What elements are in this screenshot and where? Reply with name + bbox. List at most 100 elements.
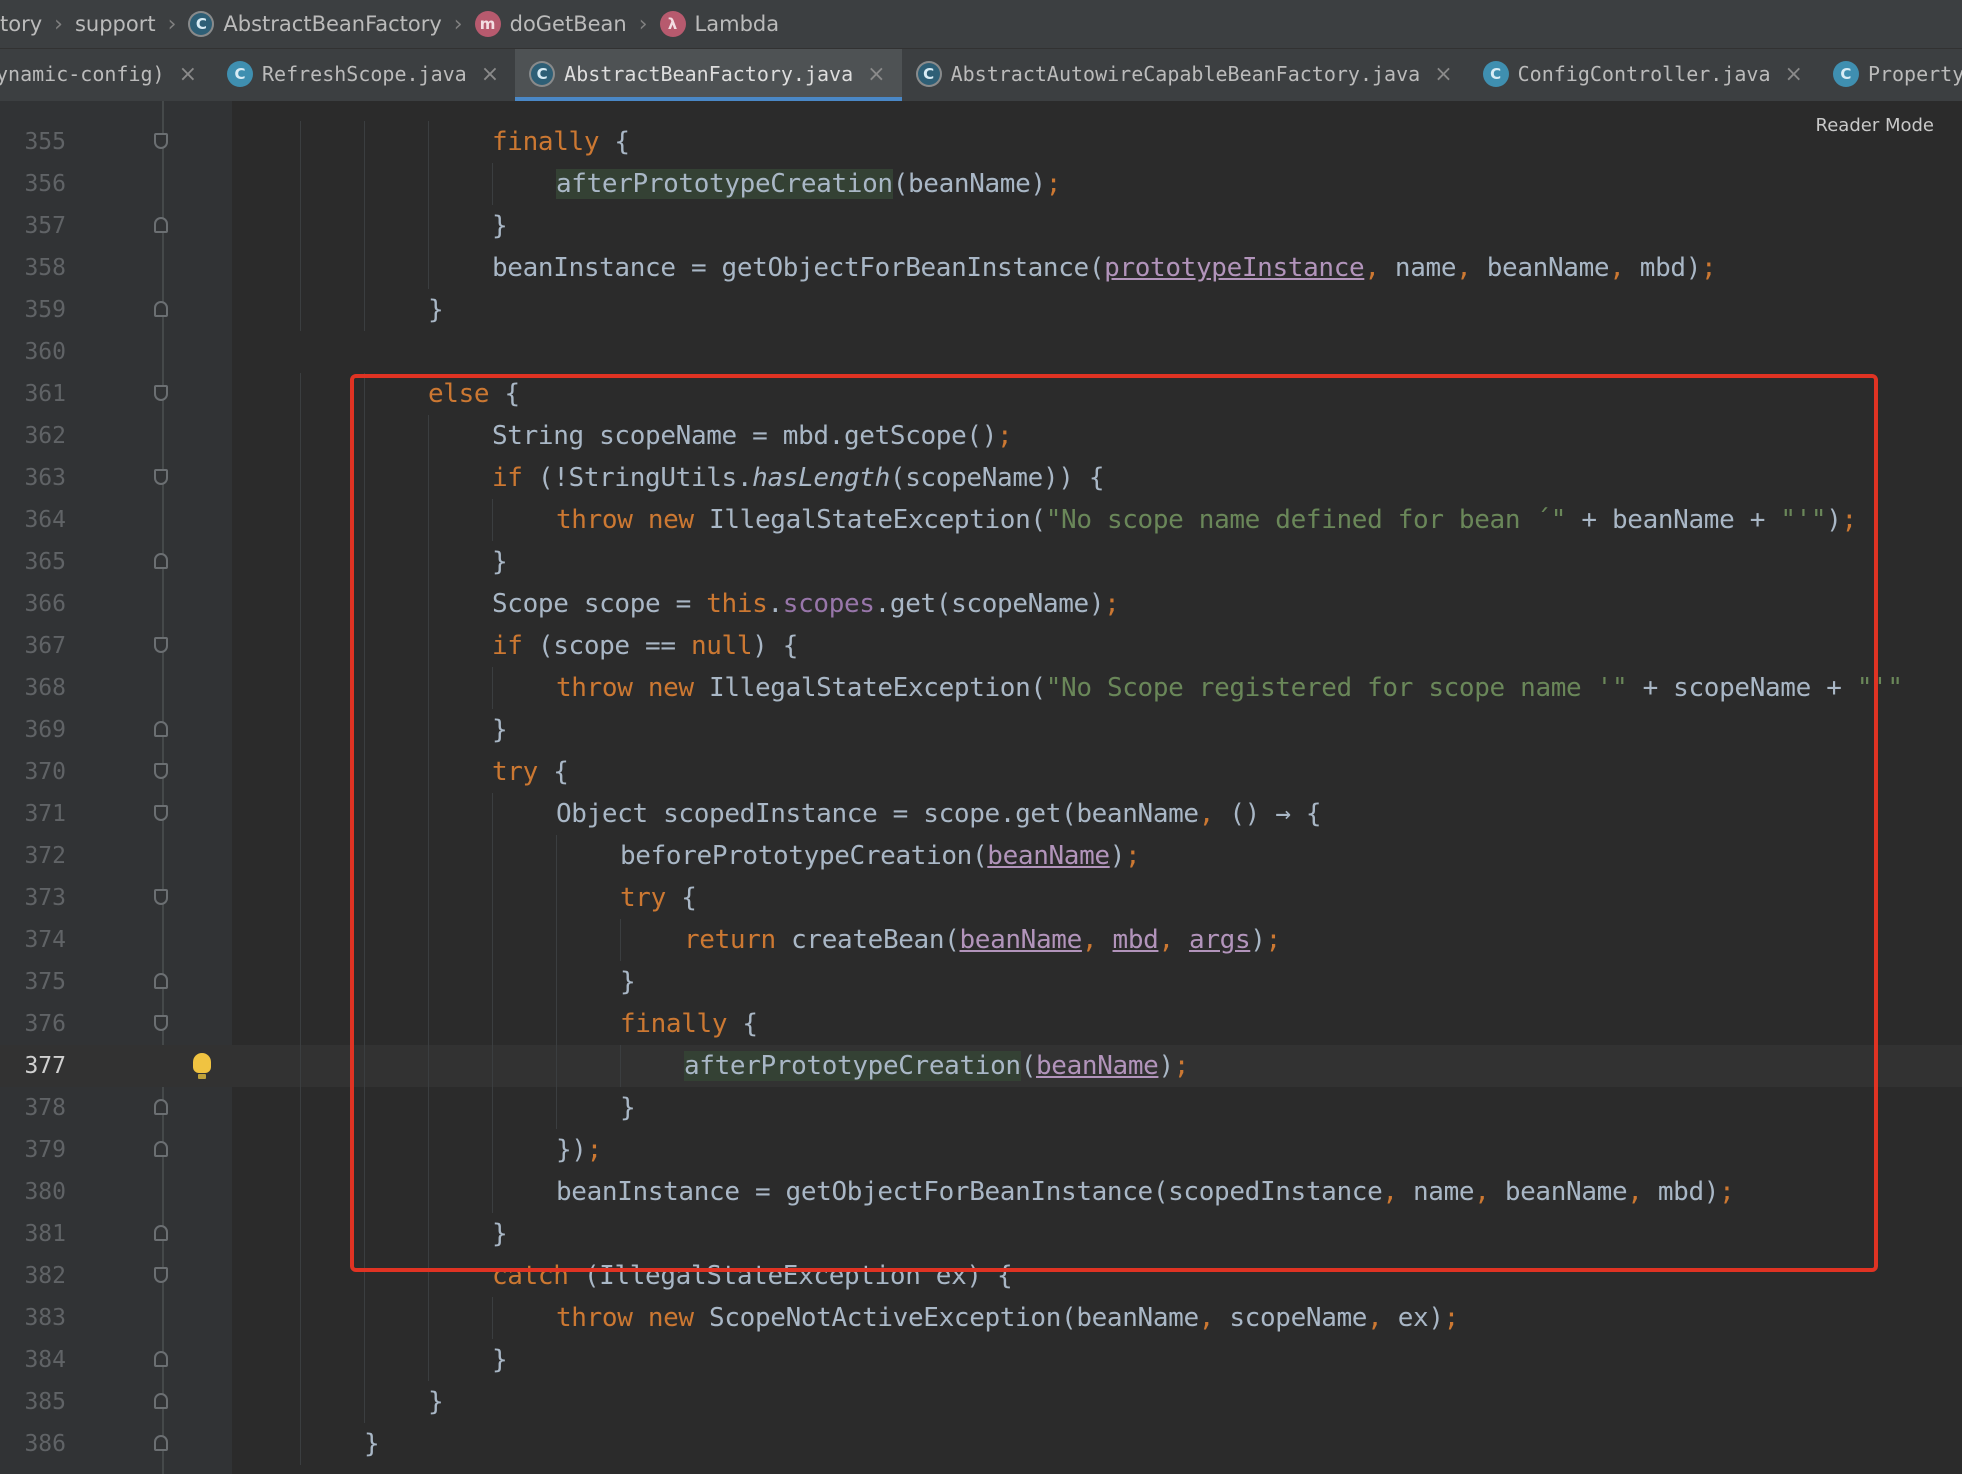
- code-line[interactable]: 386}: [0, 1423, 1962, 1465]
- breadcrumb-item-method[interactable]: m doGetBean: [473, 11, 629, 37]
- indent-guide: [300, 457, 301, 499]
- code-token: throw new: [556, 1303, 710, 1333]
- indent-guide: [300, 751, 301, 793]
- class-icon: C: [1832, 61, 1859, 87]
- line-number: 379: [24, 1137, 66, 1163]
- fold-toggle-icon[interactable]: [154, 553, 168, 569]
- code-editor[interactable]: 355 finally {356 afterPrototypeCreation(be…: [0, 101, 1962, 1474]
- fold-toggle-icon[interactable]: [154, 1267, 168, 1283]
- code-text: throw new ScopeNotActiveException(beanNa…: [556, 1301, 1459, 1335]
- line-number: 374: [24, 927, 66, 953]
- fold-toggle-icon[interactable]: [154, 1435, 168, 1451]
- code-line[interactable]: 359}: [0, 289, 1962, 331]
- close-icon[interactable]: ×: [1434, 62, 1452, 87]
- tab-property-setting[interactable]: C PropertySetting.j: [1819, 49, 1962, 99]
- indent-guide: [300, 1087, 301, 1129]
- code-line[interactable]: 358 beanInstance = getObjectForBeanInstan…: [0, 247, 1962, 289]
- code-token: ;: [1045, 169, 1062, 199]
- tab-abstract-bean-factory[interactable]: C AbstractBeanFactory.java ×: [515, 49, 903, 101]
- line-number: 377: [24, 1053, 66, 1079]
- fold-toggle-icon[interactable]: [154, 1225, 168, 1241]
- chevron-right-icon: ›: [453, 11, 463, 37]
- reader-mode-toggle[interactable]: Reader Mode: [1816, 115, 1934, 136]
- code-token: prototypeInstance: [1104, 253, 1365, 283]
- tab-label: PropertySetting.j: [1867, 62, 1962, 86]
- tab-refresh-scope[interactable]: C RefreshScope.java ×: [213, 49, 515, 99]
- line-number: 366: [24, 591, 66, 617]
- code-line[interactable]: 385}: [0, 1381, 1962, 1423]
- tab-dynamic-config[interactable]: ynamic-config) ×: [0, 49, 213, 99]
- breadcrumb-item-support[interactable]: support: [73, 12, 158, 36]
- indent-guide: [300, 1423, 301, 1465]
- code-line[interactable]: 355 finally {: [0, 121, 1962, 163]
- breadcrumb-item-factory[interactable]: tory: [0, 12, 44, 36]
- indent-guide: [364, 1339, 365, 1381]
- class-icon: C: [227, 61, 254, 87]
- tab-abstract-autowire-capable-bean-factory[interactable]: C AbstractAutowireCapableBeanFactory.jav…: [902, 49, 1469, 99]
- fold-toggle-icon[interactable]: [154, 301, 168, 317]
- code-text: finally {: [492, 125, 630, 159]
- tab-config-controller[interactable]: C ConfigController.java ×: [1469, 49, 1819, 99]
- line-number: 384: [24, 1347, 66, 1373]
- indent-guide: [300, 415, 301, 457]
- code-token: ,: [1198, 1303, 1230, 1333]
- indent-guide: [428, 247, 429, 289]
- code-token: mbd): [1639, 253, 1702, 283]
- code-line[interactable]: 360: [0, 331, 1962, 373]
- breadcrumb-label: doGetBean: [509, 12, 627, 36]
- line-number: 380: [24, 1179, 66, 1205]
- indent-guide: [300, 1255, 301, 1297]
- tab-label: AbstractAutowireCapableBeanFactory.java: [950, 62, 1421, 86]
- breadcrumb-item-class[interactable]: C AbstractBeanFactory: [186, 11, 443, 37]
- indent-guide: [300, 163, 301, 205]
- indent-guide: [300, 499, 301, 541]
- indent-guide: [300, 121, 301, 163]
- fold-toggle-icon[interactable]: [154, 133, 168, 149]
- code-line[interactable]: 384}: [0, 1339, 1962, 1381]
- line-number: 385: [24, 1389, 66, 1415]
- line-number: 371: [24, 801, 66, 827]
- line-number: 361: [24, 381, 66, 407]
- line-number: 376: [24, 1011, 66, 1037]
- close-icon[interactable]: ×: [179, 62, 197, 87]
- indent-guide: [300, 1129, 301, 1171]
- code-token: ex): [1397, 1303, 1444, 1333]
- line-number: 382: [24, 1263, 66, 1289]
- line-number: 363: [24, 465, 66, 491]
- code-line[interactable]: 383 throw new ScopeNotActiveException(bea…: [0, 1297, 1962, 1339]
- code-token: ScopeNotActiveException(beanName: [709, 1303, 1199, 1333]
- breadcrumb-item-lambda[interactable]: λ Lambda: [658, 11, 782, 37]
- lightbulb-icon[interactable]: [193, 1053, 211, 1079]
- fold-toggle-icon[interactable]: [154, 889, 168, 905]
- fold-toggle-icon[interactable]: [154, 469, 168, 485]
- line-number: 356: [24, 171, 66, 197]
- indent-guide: [300, 793, 301, 835]
- fold-toggle-icon[interactable]: [154, 805, 168, 821]
- fold-toggle-icon[interactable]: [154, 1141, 168, 1157]
- fold-toggle-icon[interactable]: [154, 385, 168, 401]
- indent-guide: [300, 583, 301, 625]
- fold-toggle-icon[interactable]: [154, 637, 168, 653]
- fold-toggle-icon[interactable]: [154, 217, 168, 233]
- indent-guide: [364, 289, 365, 331]
- code-line[interactable]: 356 afterPrototypeCreation(beanName);: [0, 163, 1962, 205]
- line-number: 358: [24, 255, 66, 281]
- fold-toggle-icon[interactable]: [154, 1393, 168, 1409]
- indent-guide: [300, 1381, 301, 1423]
- code-line[interactable]: 357}: [0, 205, 1962, 247]
- breadcrumb-label: support: [74, 12, 156, 36]
- code-token: }: [428, 295, 444, 325]
- fold-toggle-icon[interactable]: [154, 973, 168, 989]
- fold-toggle-icon[interactable]: [154, 721, 168, 737]
- close-icon[interactable]: ×: [1785, 62, 1803, 87]
- fold-toggle-icon[interactable]: [154, 1099, 168, 1115]
- fold-toggle-icon[interactable]: [154, 763, 168, 779]
- close-icon[interactable]: ×: [481, 62, 499, 87]
- breadcrumb-label: Lambda: [694, 12, 780, 36]
- abstract-class-icon: C: [188, 11, 215, 37]
- indent-guide: [300, 1171, 301, 1213]
- fold-toggle-icon[interactable]: [154, 1015, 168, 1031]
- close-icon[interactable]: ×: [867, 62, 885, 87]
- code-text: }: [492, 1343, 508, 1377]
- fold-toggle-icon[interactable]: [154, 1351, 168, 1367]
